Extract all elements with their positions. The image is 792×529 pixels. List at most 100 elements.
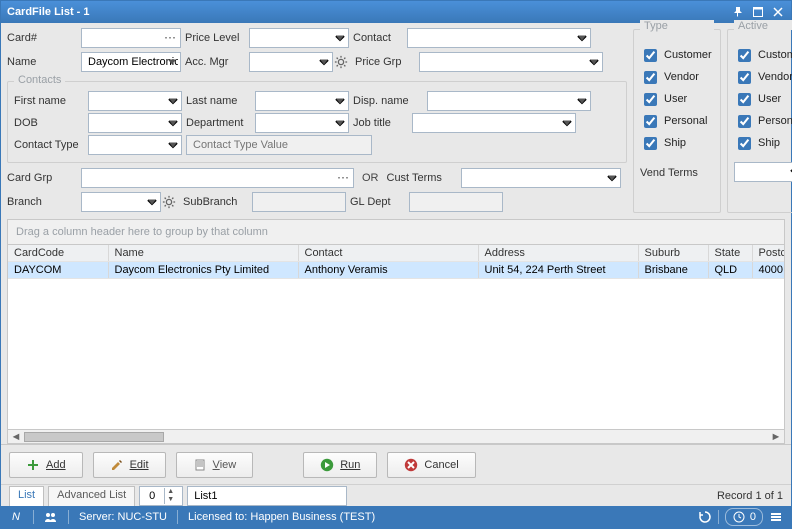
cardno-input[interactable] [81, 28, 181, 48]
close-icon[interactable] [771, 5, 785, 19]
scroll-thumb[interactable] [24, 432, 164, 442]
list-bar: List Advanced List ▲▼ Record 1 of 1 [1, 484, 791, 506]
label-branch: Branch [7, 196, 77, 208]
table-row[interactable]: DAYCOMDaycom Electronics Pty LimitedAnth… [8, 262, 784, 279]
label-department: Department [186, 117, 251, 129]
cell-suburb: Brisbane [638, 262, 708, 279]
label-cardgrp: Card Grp [7, 172, 77, 184]
tab-advanced[interactable]: Advanced List [48, 486, 135, 506]
pencil-icon [110, 458, 124, 472]
active-customer[interactable]: Customer [734, 46, 792, 64]
cardgrp-input[interactable] [81, 168, 354, 188]
list-name-input[interactable] [187, 486, 347, 506]
status-flag-icon[interactable]: N [9, 510, 23, 524]
type-ship[interactable]: Ship [640, 134, 714, 152]
label-contacttype: Contact Type [14, 139, 84, 151]
document-icon [193, 458, 207, 472]
accmgr-gear-icon[interactable] [332, 52, 350, 72]
label-pricelevel: Price Level [185, 32, 245, 44]
type-user[interactable]: User [640, 90, 714, 108]
label-or: OR [358, 172, 383, 184]
spin-down-icon[interactable]: ▼ [165, 496, 176, 504]
label-pricegrp: Price Grp [355, 56, 415, 68]
col-cardcode[interactable]: CardCode [8, 245, 108, 262]
scroll-left-icon[interactable]: ◄ [10, 432, 22, 442]
branch-select[interactable] [81, 192, 161, 212]
edit-button[interactable]: Edit [93, 452, 166, 478]
scroll-right-icon[interactable]: ► [770, 432, 782, 442]
list-index-spinner[interactable]: ▲▼ [139, 486, 183, 506]
status-bar: N Server: NUC-STU Licensed to: Happen Bu… [1, 506, 791, 528]
pricelevel-select[interactable] [249, 28, 349, 48]
dob-select[interactable] [88, 113, 182, 133]
label-lastname: Last name [186, 95, 251, 107]
filter-form: Card# Price Level Contact Name Acc. Mgr … [1, 23, 791, 219]
cell-address: Unit 54, 224 Perth Street [478, 262, 638, 279]
type-personal[interactable]: Personal [640, 112, 714, 130]
pin-icon[interactable] [731, 5, 745, 19]
status-server: Server: NUC-STU [79, 511, 167, 523]
run-button[interactable]: Run [303, 452, 377, 478]
h-scrollbar[interactable]: ◄ ► [8, 429, 784, 443]
name-select[interactable] [81, 52, 181, 72]
col-state[interactable]: State [708, 245, 752, 262]
view-button[interactable]: View [176, 452, 254, 478]
record-count: Record 1 of 1 [717, 490, 783, 502]
tab-list[interactable]: List [9, 486, 44, 506]
window-title: CardFile List - 1 [7, 6, 90, 18]
subbranch-input [252, 192, 346, 212]
status-clock[interactable]: 0 [725, 508, 763, 526]
department-select[interactable] [255, 113, 349, 133]
type-vendor[interactable]: Vendor [640, 68, 714, 86]
col-address[interactable]: Address [478, 245, 638, 262]
contacts-group: Contacts First name Last name Disp. name… [7, 81, 627, 163]
play-icon [320, 458, 334, 472]
branch-gear-icon[interactable] [160, 192, 178, 212]
custterms-select[interactable] [461, 168, 621, 188]
plus-icon [26, 458, 40, 472]
active-vendor[interactable]: Vendor [734, 68, 792, 86]
add-button[interactable]: Add [9, 452, 83, 478]
active-legend: Active [734, 20, 792, 30]
vendterms-select[interactable] [734, 162, 792, 182]
status-refresh-icon[interactable] [698, 510, 712, 524]
action-toolbar: Add Edit View Run Cancel [1, 444, 791, 484]
gldept-input [409, 192, 503, 212]
results-table[interactable]: CardCode Name Contact Address Suburb Sta… [8, 245, 784, 279]
label-accmgr: Acc. Mgr [185, 56, 245, 68]
col-postcode[interactable]: Postcode [752, 245, 784, 262]
type-group: Type Customer Vendor User Personal Ship … [633, 29, 721, 213]
col-name[interactable]: Name [108, 245, 298, 262]
status-people-icon[interactable] [44, 510, 58, 524]
list-index-input[interactable] [140, 489, 164, 503]
jobtitle-select[interactable] [412, 113, 576, 133]
label-dob: DOB [14, 117, 84, 129]
col-contact[interactable]: Contact [298, 245, 478, 262]
pricegrp-select[interactable] [419, 52, 603, 72]
active-ship[interactable]: Ship [734, 134, 792, 152]
cancel-button[interactable]: Cancel [387, 452, 475, 478]
spin-up-icon[interactable]: ▲ [165, 488, 176, 496]
contact-select[interactable] [407, 28, 591, 48]
label-gldept: GL Dept [350, 196, 405, 208]
maximize-icon[interactable] [751, 5, 765, 19]
group-hint[interactable]: Drag a column header here to group by th… [8, 220, 784, 245]
label-dispname: Disp. name [353, 95, 423, 107]
dispname-select[interactable] [427, 91, 591, 111]
label-contact: Contact [353, 32, 403, 44]
cell-state: QLD [708, 262, 752, 279]
type-legend: Type [640, 20, 714, 30]
active-personal[interactable]: Personal [734, 112, 792, 130]
status-menu-icon[interactable] [769, 510, 783, 524]
active-group: Active Customer Vendor User Personal Shi… [727, 29, 792, 213]
active-user[interactable]: User [734, 90, 792, 108]
label-firstname: First name [14, 95, 84, 107]
cell-contact: Anthony Veramis [298, 262, 478, 279]
col-suburb[interactable]: Suburb [638, 245, 708, 262]
contacttype-select[interactable] [88, 135, 182, 155]
results-grid: Drag a column header here to group by th… [7, 219, 785, 444]
lastname-select[interactable] [255, 91, 349, 111]
accmgr-select[interactable] [249, 52, 333, 72]
type-customer[interactable]: Customer [640, 46, 714, 64]
firstname-select[interactable] [88, 91, 182, 111]
